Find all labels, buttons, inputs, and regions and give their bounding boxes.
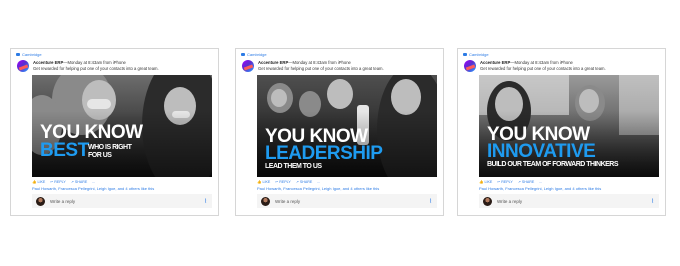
post-meta: Accenture ERP—Monday at 8:43am from iPho… [33, 60, 126, 65]
reply-box[interactable]: Write a reply ⌇ [479, 194, 659, 208]
group-icon [241, 53, 245, 56]
like-button[interactable]: 👍 LIKE [32, 180, 45, 184]
reply-input[interactable]: Write a reply [497, 199, 651, 204]
post-actions: 👍 LIKE ↩ REPLY ↗ SHARE ... [479, 180, 542, 184]
headline-tag1: BUILD OUR TEAM OF FORWARD THINKERS [487, 161, 619, 168]
post-timestamp: Monday at 8:43am from iPhone [292, 60, 351, 65]
post-meta: Accenture ERP—Monday at 8:43am from iPho… [480, 60, 573, 65]
author-avatar[interactable] [464, 60, 476, 72]
reply-arrow-icon: ↩ [275, 180, 279, 184]
more-button[interactable]: ... [92, 180, 95, 184]
group-icon [463, 53, 467, 56]
post-image[interactable]: YOU KNOW LEADERSHIP LEAD THEM TO US [257, 75, 437, 177]
headline-line2: LEADERSHIP [265, 143, 383, 164]
user-avatar [483, 196, 492, 206]
paperclip-icon[interactable]: ⌇ [429, 198, 432, 205]
likes-summary[interactable]: Paul Howarth, Francesca Pellegrini, Leig… [479, 186, 601, 191]
group-name: Cambridge [247, 52, 267, 57]
author-name[interactable]: Accenture ERP [258, 60, 288, 65]
group-name: Cambridge [469, 52, 489, 57]
post-card-3: Cambridge Accenture ERP—Monday at 8:43am… [457, 48, 666, 216]
author-avatar[interactable] [17, 60, 29, 72]
author-avatar[interactable] [242, 60, 254, 72]
like-button[interactable]: 👍 LIKE [257, 180, 270, 184]
reply-box[interactable]: Write a reply ⌇ [32, 194, 212, 208]
post-image[interactable]: YOU KNOW INNOVATIVE BUILD OUR TEAM OF FO… [479, 75, 659, 177]
more-button[interactable]: ... [317, 180, 320, 184]
reply-input[interactable]: Write a reply [50, 199, 204, 204]
author-name[interactable]: Accenture ERP [480, 60, 510, 65]
share-icon: ↗ [70, 180, 74, 184]
thumbs-up-icon: 👍 [479, 180, 484, 184]
group-link[interactable]: Cambridge [463, 52, 489, 57]
post-actions: 👍 LIKE ↩ REPLY ↗ SHARE ... [32, 180, 95, 184]
thumbs-up-icon: 👍 [32, 180, 37, 184]
post-actions: 👍 LIKE ↩ REPLY ↗ SHARE ... [257, 180, 320, 184]
post-message: Get rewarded for helping put one of your… [258, 66, 384, 71]
user-avatar [36, 196, 45, 206]
likes-summary[interactable]: Paul Howarth, Francesca Pellegrini, Leig… [32, 186, 154, 191]
thumbs-up-icon: 👍 [257, 180, 262, 184]
share-icon: ↗ [295, 180, 299, 184]
share-button[interactable]: ↗ SHARE [71, 180, 87, 184]
post-message: Get rewarded for helping put one of your… [480, 66, 606, 71]
likes-summary[interactable]: Paul Howarth, Francesca Pellegrini, Leig… [257, 186, 379, 191]
share-button[interactable]: ↗ SHARE [518, 180, 534, 184]
share-button[interactable]: ↗ SHARE [296, 180, 312, 184]
post-image[interactable]: YOU KNOW BEST WHO IS RIGHT FOR US [32, 75, 212, 177]
post-timestamp: Monday at 8:43am from iPhone [67, 60, 126, 65]
author-name[interactable]: Accenture ERP [33, 60, 63, 65]
headline-line2: BEST [40, 140, 89, 161]
reply-button[interactable]: ↩ REPLY [497, 180, 513, 184]
post-meta: Accenture ERP—Monday at 8:43am from iPho… [258, 60, 351, 65]
reply-button[interactable]: ↩ REPLY [50, 180, 66, 184]
headline-line2: INNOVATIVE [487, 141, 596, 162]
headline-tag1: LEAD THEM TO US [265, 163, 322, 170]
user-avatar [261, 196, 270, 206]
group-icon [16, 53, 20, 56]
reply-button[interactable]: ↩ REPLY [275, 180, 291, 184]
like-button[interactable]: 👍 LIKE [479, 180, 492, 184]
post-message: Get rewarded for helping put one of your… [33, 66, 159, 71]
post-timestamp: Monday at 8:43am from iPhone [514, 60, 573, 65]
post-card-1: Cambridge Accenture ERP—Monday at 8:43am… [10, 48, 219, 216]
reply-arrow-icon: ↩ [50, 180, 54, 184]
headline-tag1: WHO IS RIGHT [88, 144, 132, 151]
reply-input[interactable]: Write a reply [275, 199, 429, 204]
more-button[interactable]: ... [539, 180, 542, 184]
reply-box[interactable]: Write a reply ⌇ [257, 194, 437, 208]
paperclip-icon[interactable]: ⌇ [651, 198, 654, 205]
headline-tag2: FOR US [88, 152, 112, 159]
share-icon: ↗ [517, 180, 521, 184]
group-name: Cambridge [22, 52, 42, 57]
group-link[interactable]: Cambridge [16, 52, 42, 57]
paperclip-icon[interactable]: ⌇ [204, 198, 207, 205]
reply-arrow-icon: ↩ [497, 180, 501, 184]
post-card-2: Cambridge Accenture ERP—Monday at 8:43am… [235, 48, 444, 216]
group-link[interactable]: Cambridge [241, 52, 267, 57]
